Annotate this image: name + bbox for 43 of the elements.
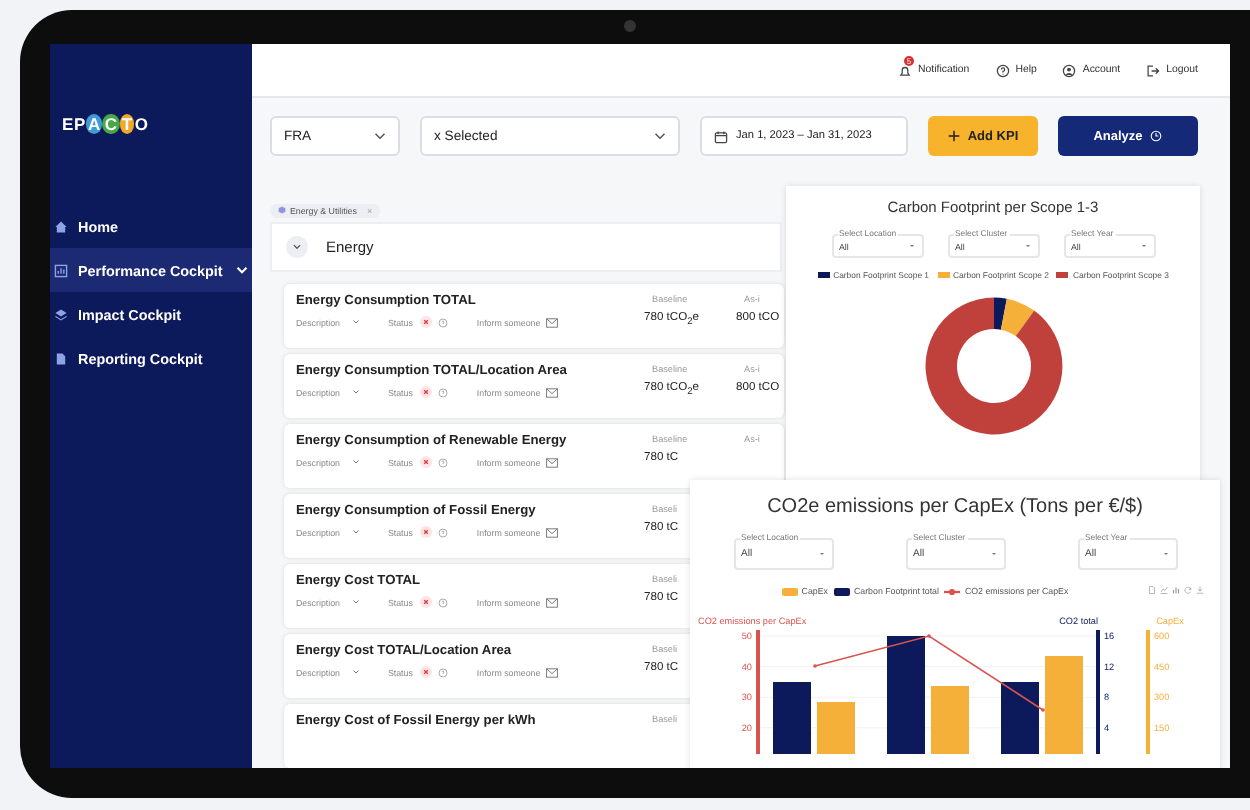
chart-title: CO2e emissions per CapEx (Tons per €/$)	[765, 496, 1145, 518]
chevron-down-icon	[292, 242, 302, 252]
clock-icon	[1150, 130, 1163, 142]
document-icon	[54, 351, 68, 365]
envelope-icon	[546, 597, 559, 607]
envelope-icon	[546, 457, 559, 467]
chart-icon	[54, 263, 68, 277]
plus-icon	[947, 130, 960, 142]
home-icon	[54, 219, 68, 233]
envelope-icon	[546, 527, 559, 537]
calendar-icon	[714, 129, 728, 143]
layers-icon	[54, 307, 68, 321]
logout-icon	[1146, 63, 1161, 77]
chevron-icon	[236, 264, 249, 276]
line-chart-icon[interactable]	[1160, 586, 1168, 594]
envelope-icon	[546, 667, 559, 677]
refresh-icon[interactable]	[1184, 586, 1192, 594]
help-icon	[438, 457, 449, 467]
close-status-icon	[420, 386, 433, 398]
close-status-icon	[420, 596, 433, 608]
logo: EPA C TO	[60, 112, 151, 138]
download-icon[interactable]	[1196, 586, 1204, 594]
help-icon	[438, 667, 449, 677]
close-status-icon	[420, 316, 433, 328]
help-icon	[438, 527, 449, 537]
user-icon	[1062, 63, 1077, 77]
help-icon	[438, 597, 449, 607]
envelope-icon	[546, 387, 559, 397]
bar-chart-icon[interactable]	[1172, 586, 1180, 594]
help-icon	[438, 387, 449, 397]
hexagon-icon	[278, 206, 286, 214]
caret-icon	[654, 130, 666, 142]
close-status-icon	[420, 456, 433, 468]
help-icon	[438, 317, 449, 327]
help-icon	[995, 63, 1010, 77]
bell-icon	[898, 63, 913, 77]
envelope-icon	[546, 317, 559, 327]
collapse-button[interactable]	[286, 236, 308, 258]
caret-icon	[374, 130, 386, 142]
close-status-icon	[420, 666, 433, 678]
document-icon[interactable]	[1148, 586, 1156, 594]
camera-icon	[624, 20, 636, 32]
close-status-icon	[420, 526, 433, 538]
